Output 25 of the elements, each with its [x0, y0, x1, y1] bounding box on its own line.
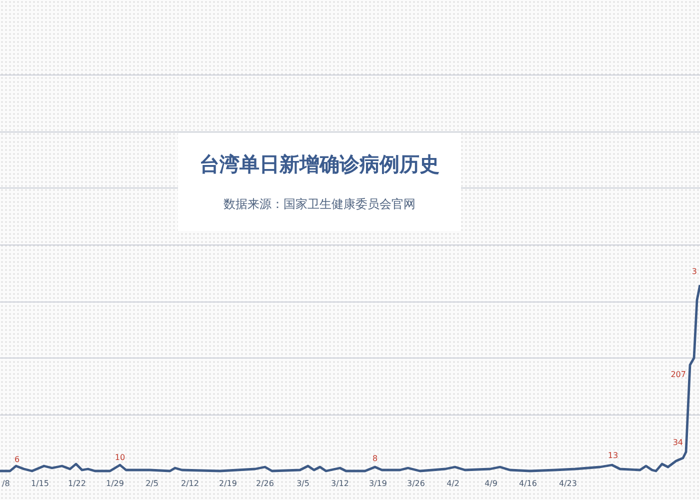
axis-label: 1/22 [68, 479, 86, 488]
data-label: 3 [692, 267, 697, 276]
data-label: 207 [670, 370, 686, 379]
axis-label: /8 [2, 479, 10, 488]
axis-label: 2/5 [146, 479, 158, 488]
data-label: 8 [372, 454, 378, 463]
axis-label: 4/9 [484, 479, 498, 488]
axis-label: 3/19 [369, 479, 387, 488]
axis-label: 3/26 [407, 479, 425, 488]
data-label: 10 [114, 453, 126, 462]
axis-label: 4/16 [519, 479, 537, 488]
axis-label: 2/26 [256, 479, 274, 488]
axis-label: 3/5 [296, 479, 310, 488]
chart-title: 台湾单日新增确诊病例历史 [200, 151, 440, 178]
source-note: 数据来源：国家卫生健康委员会官网 [224, 196, 416, 213]
data-label: 6 [14, 455, 20, 464]
axis-label: 1/29 [106, 479, 124, 488]
data-label: 13 [608, 451, 618, 460]
axis-label: 1/15 [31, 479, 49, 488]
data-label: 34 [672, 438, 683, 447]
axis-label: 4/2 [446, 479, 460, 488]
axis-label: 3/12 [331, 479, 349, 488]
axis-label: 2/19 [219, 479, 237, 488]
axis-label: 2/12 [181, 479, 199, 488]
axis-label: 4/23 [559, 479, 577, 488]
